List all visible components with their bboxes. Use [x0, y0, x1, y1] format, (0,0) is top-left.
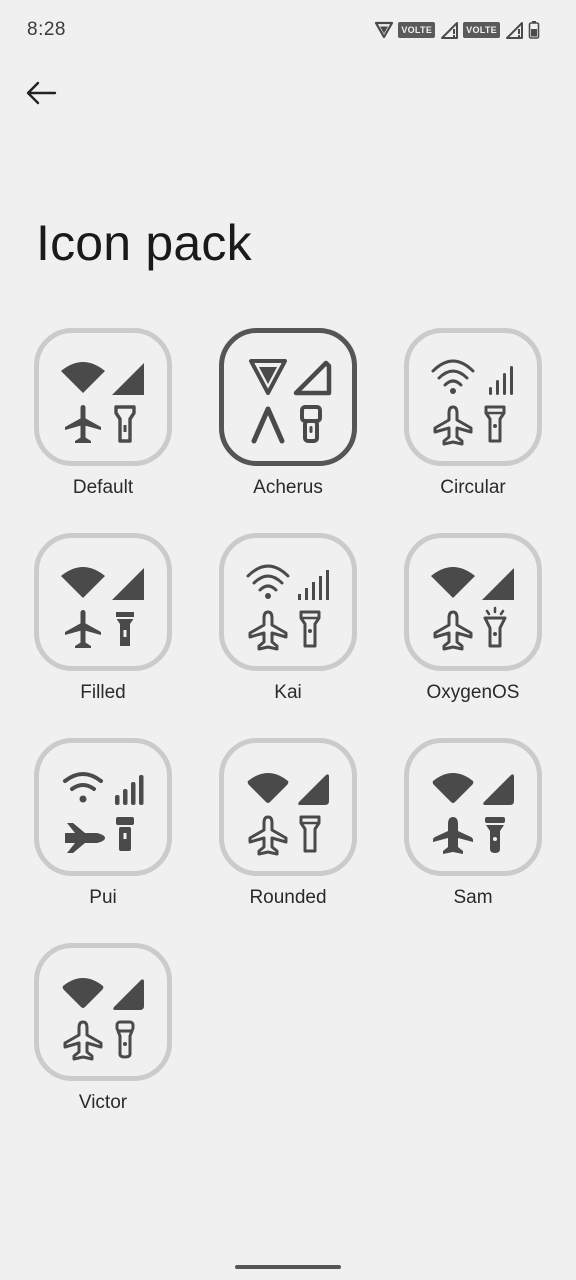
icon-pack-tile	[404, 328, 542, 466]
wifi-icon	[247, 773, 289, 803]
airplane-icon	[65, 823, 105, 853]
cell-signal-icon	[112, 568, 144, 600]
flashlight-icon	[299, 610, 321, 648]
icon-pack-sam[interactable]: Sam	[378, 738, 568, 928]
icon-pack-rounded[interactable]: Rounded	[193, 738, 383, 928]
wifi-icon	[375, 21, 394, 39]
flashlight-icon	[116, 817, 134, 851]
icon-pack-filled[interactable]: Filled	[8, 533, 198, 723]
volte-badge: VOLTE	[463, 22, 500, 38]
icon-pack-oxygenos[interactable]: OxygenOS	[378, 533, 568, 723]
icon-pack-pui[interactable]: Pui	[8, 738, 198, 928]
icon-pack-label: Filled	[80, 682, 126, 703]
icon-pack-label: Rounded	[249, 887, 327, 908]
back-button[interactable]	[18, 70, 64, 116]
cell-signal-icon	[482, 568, 514, 600]
airplane-icon	[65, 610, 101, 648]
icon-pack-victor[interactable]: Victor	[8, 943, 198, 1133]
icon-pack-tile	[219, 738, 357, 876]
airplane-icon	[248, 610, 288, 651]
cell-signal-icon	[441, 22, 459, 39]
airplane-icon	[251, 406, 285, 444]
airplane-icon	[433, 405, 473, 446]
battery-icon	[528, 21, 540, 39]
icon-pack-label: Sam	[453, 887, 493, 908]
flashlight-icon	[484, 405, 506, 443]
icon-pack-circular[interactable]: Circular	[378, 328, 568, 518]
icon-preview	[61, 567, 144, 648]
icon-pack-kai[interactable]: Kai	[193, 533, 383, 723]
wifi-icon	[249, 359, 287, 395]
icon-preview	[61, 362, 144, 443]
icon-pack-tile	[34, 738, 172, 876]
wifi-icon	[246, 564, 290, 592]
page-title: Icon pack	[36, 215, 252, 271]
icon-pack-tile	[219, 533, 357, 671]
wifi-icon	[62, 978, 104, 1008]
icon-pack-label: Circular	[440, 477, 506, 498]
airplane-icon	[433, 817, 473, 854]
cell-signal-icon	[112, 363, 144, 395]
icon-preview	[62, 978, 144, 1061]
cell-signal-icon	[115, 775, 144, 805]
status-icons: VOLTE VOLTE	[374, 17, 540, 43]
wifi-icon	[61, 567, 105, 598]
flashlight-icon	[483, 606, 507, 648]
status-bar: 8:28 VOLTE VOLTE	[0, 0, 576, 60]
wifi-icon	[61, 362, 105, 393]
icon-preview	[249, 359, 332, 444]
icon-pack-tile	[404, 738, 542, 876]
airplane-icon	[65, 405, 101, 443]
flashlight-icon	[116, 612, 134, 646]
cell-signal-icon	[298, 570, 329, 600]
icon-pack-tile	[34, 328, 172, 466]
icon-pack-label: Victor	[78, 1092, 128, 1113]
icon-preview	[431, 567, 514, 651]
icon-pack-label: OxygenOS	[426, 682, 520, 703]
wifi-icon	[63, 772, 103, 791]
icon-pack-tile	[34, 943, 172, 1081]
icon-preview	[247, 773, 329, 856]
wifi-icon	[432, 773, 474, 803]
gesture-nav-handle[interactable]	[235, 1265, 341, 1269]
airplane-icon	[63, 1020, 103, 1061]
cell-signal-icon	[293, 360, 332, 396]
flashlight-icon	[485, 817, 505, 853]
status-time: 8:28	[27, 19, 66, 40]
icon-preview	[246, 564, 329, 651]
icon-pack-tile	[404, 533, 542, 671]
icon-pack-label: Acherus	[253, 477, 323, 498]
cell-signal-icon	[113, 979, 144, 1010]
icon-pack-default[interactable]: Default	[8, 328, 198, 518]
volte-badge: VOLTE	[398, 22, 436, 38]
flashlight-icon	[299, 815, 321, 853]
icon-pack-label: Kai	[274, 682, 302, 703]
airplane-icon	[433, 610, 473, 651]
airplane-icon	[248, 815, 288, 856]
flashlight-icon	[300, 405, 322, 443]
cell-signal-icon	[298, 774, 329, 805]
cell-signal-icon	[483, 774, 514, 805]
icon-preview	[431, 359, 513, 446]
flashlight-icon	[114, 405, 136, 443]
arrow-left-icon	[26, 81, 57, 105]
wifi-icon	[431, 359, 475, 387]
wifi-icon	[431, 567, 475, 598]
cell-signal-icon	[506, 22, 523, 39]
icon-pack-tile	[219, 328, 357, 466]
icon-pack-label: Pui	[89, 887, 117, 908]
flashlight-icon	[115, 1020, 135, 1059]
icon-pack-acherus[interactable]: Acherus	[193, 328, 383, 518]
icon-pack-label: Default	[72, 477, 134, 498]
cell-signal-icon	[489, 366, 513, 395]
icon-preview	[432, 773, 514, 854]
icon-pack-tile	[34, 533, 172, 671]
icon-preview	[63, 772, 144, 853]
